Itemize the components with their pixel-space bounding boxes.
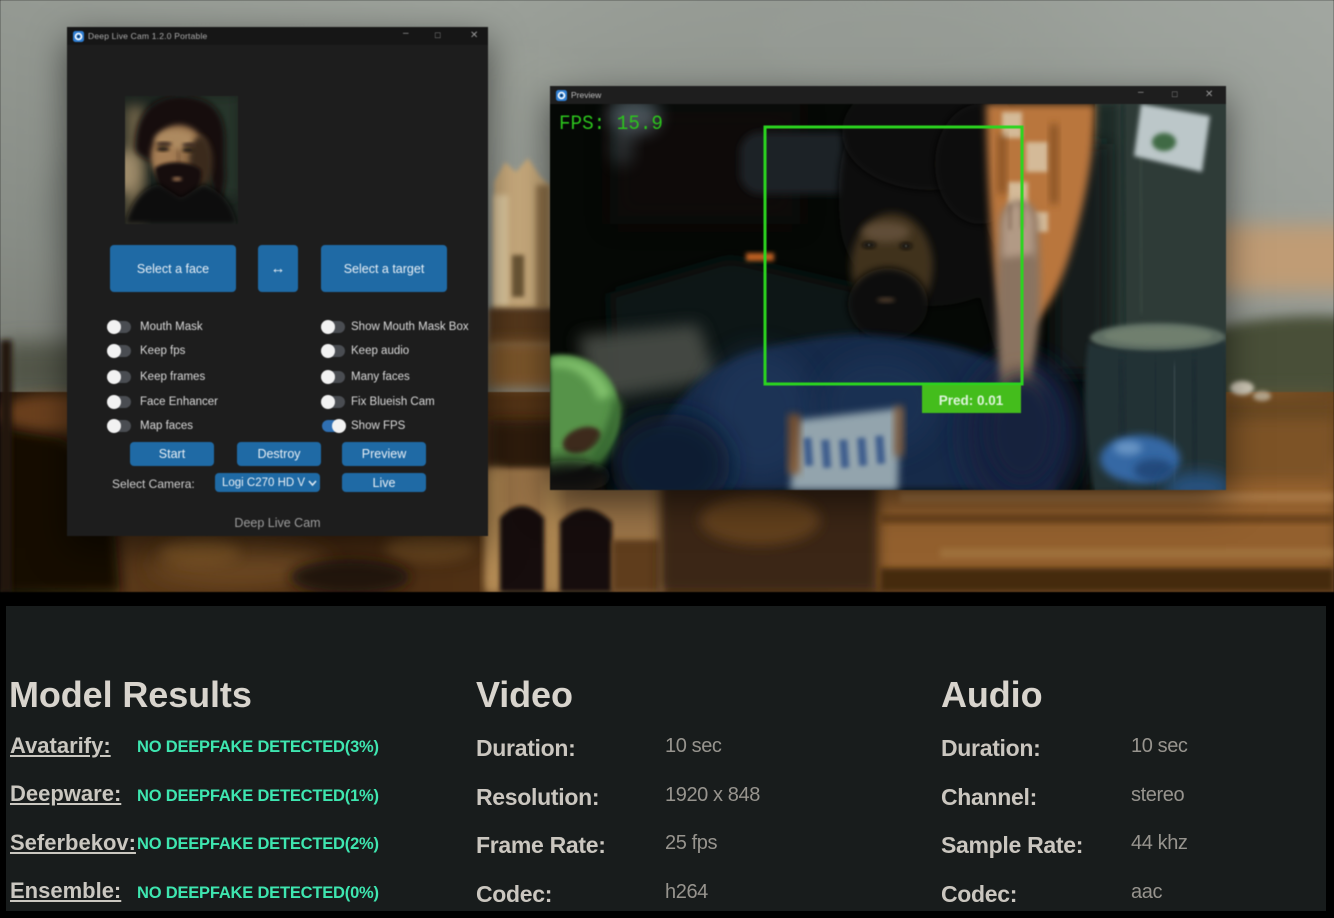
svg-text:FPS: 15.9: FPS: 15.9	[559, 113, 663, 136]
svg-text:Pred: 0.01: Pred: 0.01	[939, 393, 1004, 408]
